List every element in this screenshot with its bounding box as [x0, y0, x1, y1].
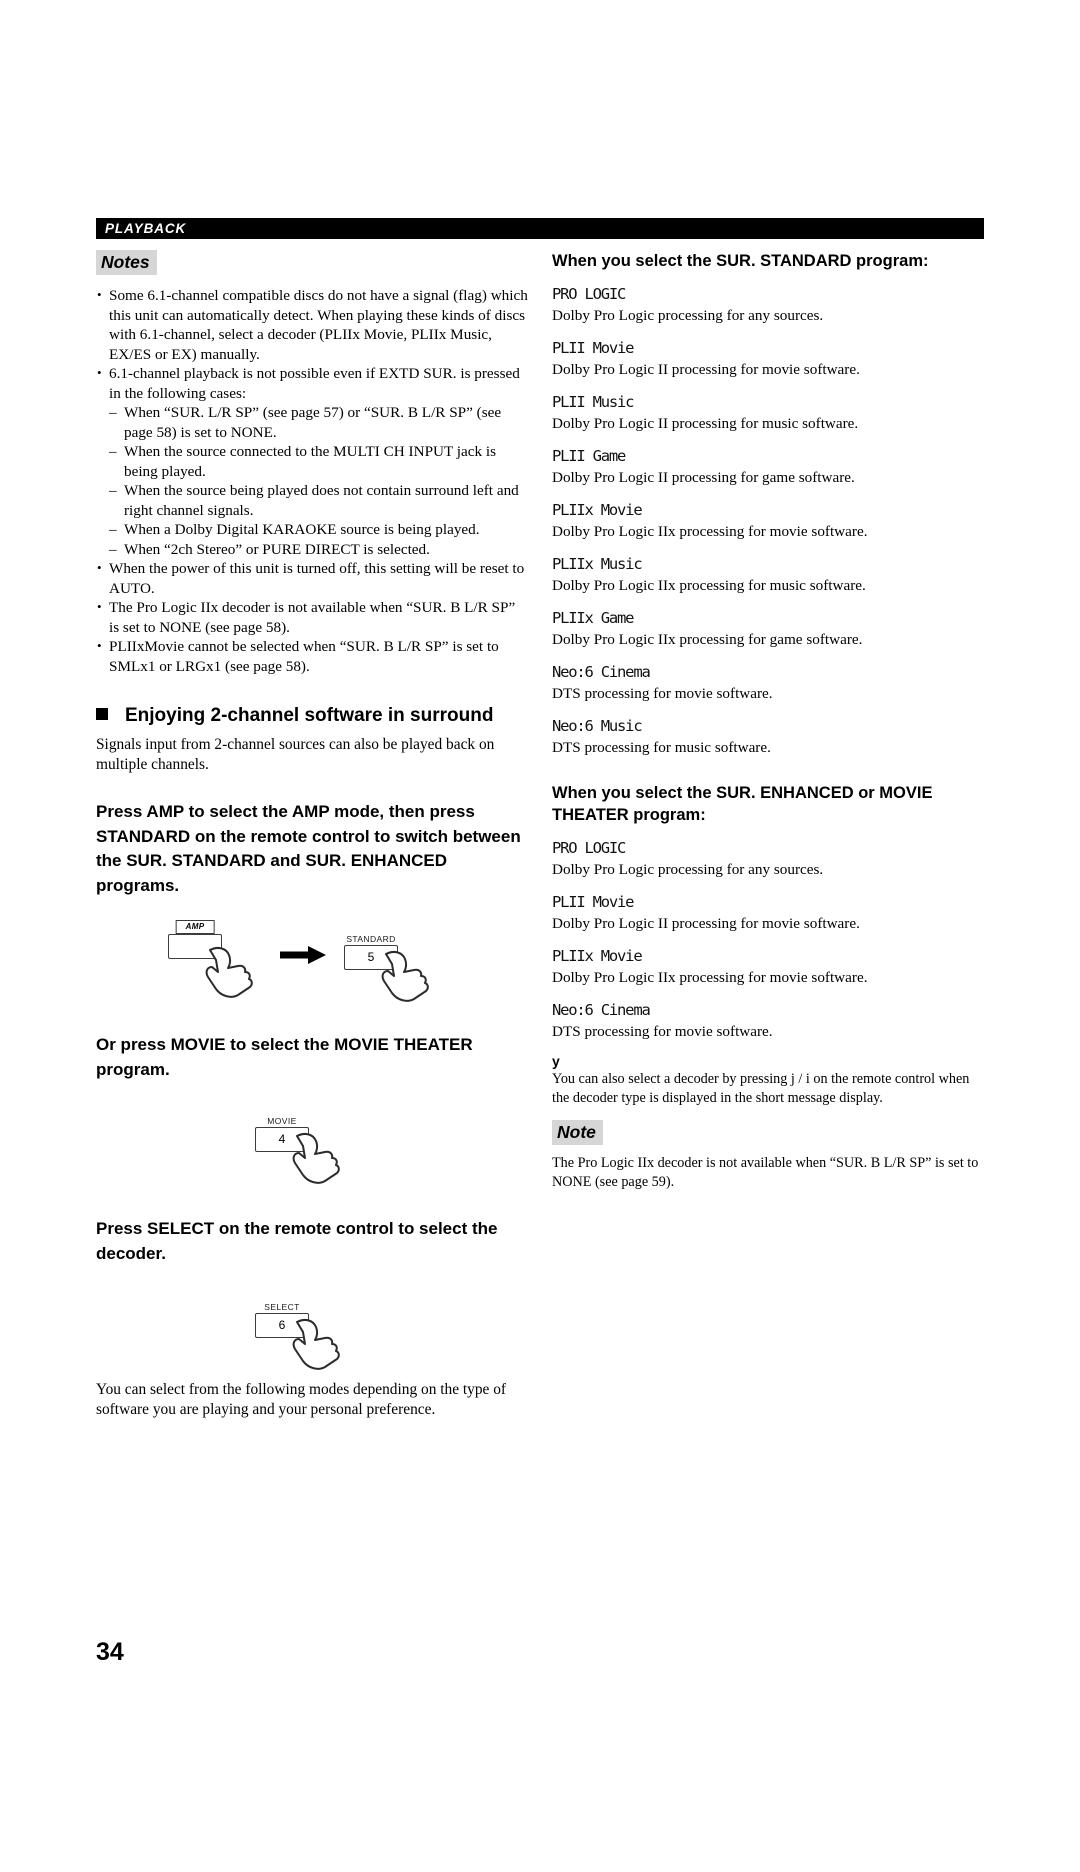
decoder-name: Neo:6 Cinema: [552, 663, 651, 681]
decoder-entry: PLIIx Game Dolby Pro Logic IIx processin…: [552, 608, 984, 650]
amp-button-label: AMP: [175, 920, 215, 934]
section-heading-text: Enjoying 2-channel software in surround: [125, 705, 494, 726]
step-2-heading: Or press MOVIE to select the MOVIE THEAT…: [96, 1035, 473, 1079]
notes-tag: Notes: [96, 250, 157, 275]
figure-movie: MOVIE 4: [96, 1096, 528, 1192]
decoder-entry: PRO LOGIC Dolby Pro Logic processing for…: [552, 284, 984, 326]
decoder-entry: PRO LOGIC Dolby Pro Logic processing for…: [552, 838, 984, 880]
decoder-entry: PLII Movie Dolby Pro Logic II processing…: [552, 338, 984, 380]
square-bullet-icon: [96, 708, 108, 720]
pointing-hand-icon: [205, 946, 253, 998]
notes-tag-container: Notes: [96, 250, 528, 275]
decoder-entry: PLII Music Dolby Pro Logic II processing…: [552, 392, 984, 434]
pointing-hand-icon: [292, 1132, 340, 1184]
standard-program-heading: When you select the SUR. STANDARD progra…: [552, 252, 929, 270]
note-tag: Note: [552, 1120, 603, 1145]
note-text: 6.1-channel playback is not possible eve…: [109, 365, 520, 402]
decoder-description: Dolby Pro Logic IIx processing for movie…: [552, 969, 868, 986]
decoder-description: Dolby Pro Logic II processing for game s…: [552, 469, 855, 486]
note-text: The Pro Logic IIx decoder is not availab…: [552, 1155, 979, 1190]
note-item: PLIIxMovie cannot be selected when “SUR.…: [96, 636, 528, 676]
notes-list: Some 6.1-channel compatible discs do not…: [96, 285, 528, 676]
tip-text: You can also select a decoder by pressin…: [552, 1071, 970, 1106]
left-column: Notes Some 6.1-channel compatible discs …: [96, 250, 528, 1420]
remote-key-movie: MOVIE 4: [255, 1116, 340, 1184]
decoder-name: PLIIx Game: [552, 609, 635, 627]
arrow-right-icon: [280, 946, 326, 964]
decoder-description: Dolby Pro Logic II processing for music …: [552, 415, 859, 432]
enhanced-program-heading: When you select the SUR. ENHANCED or MOV…: [552, 784, 933, 824]
note-item: Some 6.1-channel compatible discs do not…: [96, 285, 528, 364]
decoder-name: PLII Movie: [552, 339, 635, 357]
decoder-description: Dolby Pro Logic processing for any sourc…: [552, 861, 824, 878]
decoder-description: Dolby Pro Logic IIx processing for music…: [552, 577, 866, 594]
standard-key-value: 5: [367, 950, 375, 964]
pointing-hand-icon: [292, 1318, 340, 1370]
step-1-heading: Press AMP to select the AMP mode, then p…: [96, 802, 521, 895]
page-number: 34: [96, 1638, 124, 1666]
closing-paragraph: You can select from the following modes …: [96, 1381, 507, 1418]
section-heading: Enjoying 2-channel software in surround: [96, 704, 528, 728]
note-subitem: When a Dolby Digital KARAOKE source is b…: [109, 520, 528, 540]
remote-key-select: SELECT 6: [255, 1302, 340, 1370]
decoder-description: DTS processing for music software.: [552, 739, 771, 756]
note-subitem-list: When “SUR. L/R SP” (see page 57) or “SUR…: [109, 403, 528, 559]
remote-key-amp: AMP: [168, 920, 253, 998]
decoder-name: PLII Movie: [552, 893, 635, 911]
tip-icon: y: [552, 1053, 560, 1069]
decoder-description: Dolby Pro Logic II processing for movie …: [552, 361, 860, 378]
running-header-bar: PLAYBACK: [96, 218, 984, 239]
note-subitem: When the source being played does not co…: [109, 481, 528, 520]
decoder-name: PLII Music: [552, 393, 635, 411]
right-column: When you select the SUR. STANDARD progra…: [552, 250, 984, 1191]
decoder-entry: PLII Game Dolby Pro Logic II processing …: [552, 446, 984, 488]
note-tag-container: Note: [552, 1120, 984, 1145]
decoder-name: PLII Game: [552, 447, 626, 465]
figure-amp-standard: AMP STANDARD 5: [96, 912, 528, 1008]
decoder-name: PLIIx Movie: [552, 501, 643, 519]
decoder-name: Neo:6 Music: [552, 717, 643, 735]
decoder-entry: Neo:6 Cinema DTS processing for movie so…: [552, 662, 984, 704]
decoder-entry: PLIIx Movie Dolby Pro Logic IIx processi…: [552, 500, 984, 542]
decoder-description: Dolby Pro Logic IIx processing for movie…: [552, 523, 868, 540]
decoder-description: Dolby Pro Logic processing for any sourc…: [552, 307, 824, 324]
decoder-name: PLIIx Movie: [552, 947, 643, 965]
note-item: 6.1-channel playback is not possible eve…: [96, 363, 528, 559]
decoder-entry: PLII Movie Dolby Pro Logic II processing…: [552, 892, 984, 934]
note-subitem: When “2ch Stereo” or PURE DIRECT is sele…: [109, 540, 528, 560]
remote-key-standard: STANDARD 5: [344, 934, 429, 1002]
decoder-name: PRO LOGIC: [552, 839, 626, 857]
figure-select: SELECT 6: [96, 1280, 528, 1380]
decoder-entry: Neo:6 Cinema DTS processing for movie so…: [552, 1000, 984, 1042]
decoder-description: Dolby Pro Logic IIx processing for game …: [552, 631, 863, 648]
select-key-value: 6: [278, 1318, 286, 1332]
note-subitem: When the source connected to the MULTI C…: [109, 442, 528, 481]
step-3-heading: Press SELECT on the remote control to se…: [96, 1219, 498, 1263]
decoder-description: DTS processing for movie software.: [552, 685, 773, 702]
note-item: The Pro Logic IIx decoder is not availab…: [96, 597, 528, 637]
note-item: When the power of this unit is turned of…: [96, 558, 528, 598]
section-intro-paragraph: Signals input from 2-channel sources can…: [96, 736, 495, 773]
select-key-caption: SELECT: [264, 1302, 300, 1312]
decoder-name: Neo:6 Cinema: [552, 1001, 651, 1019]
manual-page: PLAYBACK Notes Some 6.1-channel compatib…: [0, 0, 1080, 1872]
decoder-entry: PLIIx Music Dolby Pro Logic IIx processi…: [552, 554, 984, 596]
movie-key-caption: MOVIE: [267, 1116, 297, 1126]
decoder-description: Dolby Pro Logic II processing for movie …: [552, 915, 860, 932]
decoder-name: PLIIx Music: [552, 555, 643, 573]
decoder-description: DTS processing for movie software.: [552, 1023, 773, 1040]
decoder-name: PRO LOGIC: [552, 285, 626, 303]
decoder-entry: PLIIx Movie Dolby Pro Logic IIx processi…: [552, 946, 984, 988]
note-text: Some 6.1-channel compatible discs do not…: [109, 287, 528, 363]
note-subitem: When “SUR. L/R SP” (see page 57) or “SUR…: [109, 403, 528, 442]
standard-key-caption: STANDARD: [346, 934, 396, 944]
pointing-hand-icon: [381, 950, 429, 1002]
decoder-entry: Neo:6 Music DTS processing for music sof…: [552, 716, 984, 758]
movie-key-value: 4: [278, 1132, 286, 1146]
running-header-title: PLAYBACK: [105, 221, 187, 236]
